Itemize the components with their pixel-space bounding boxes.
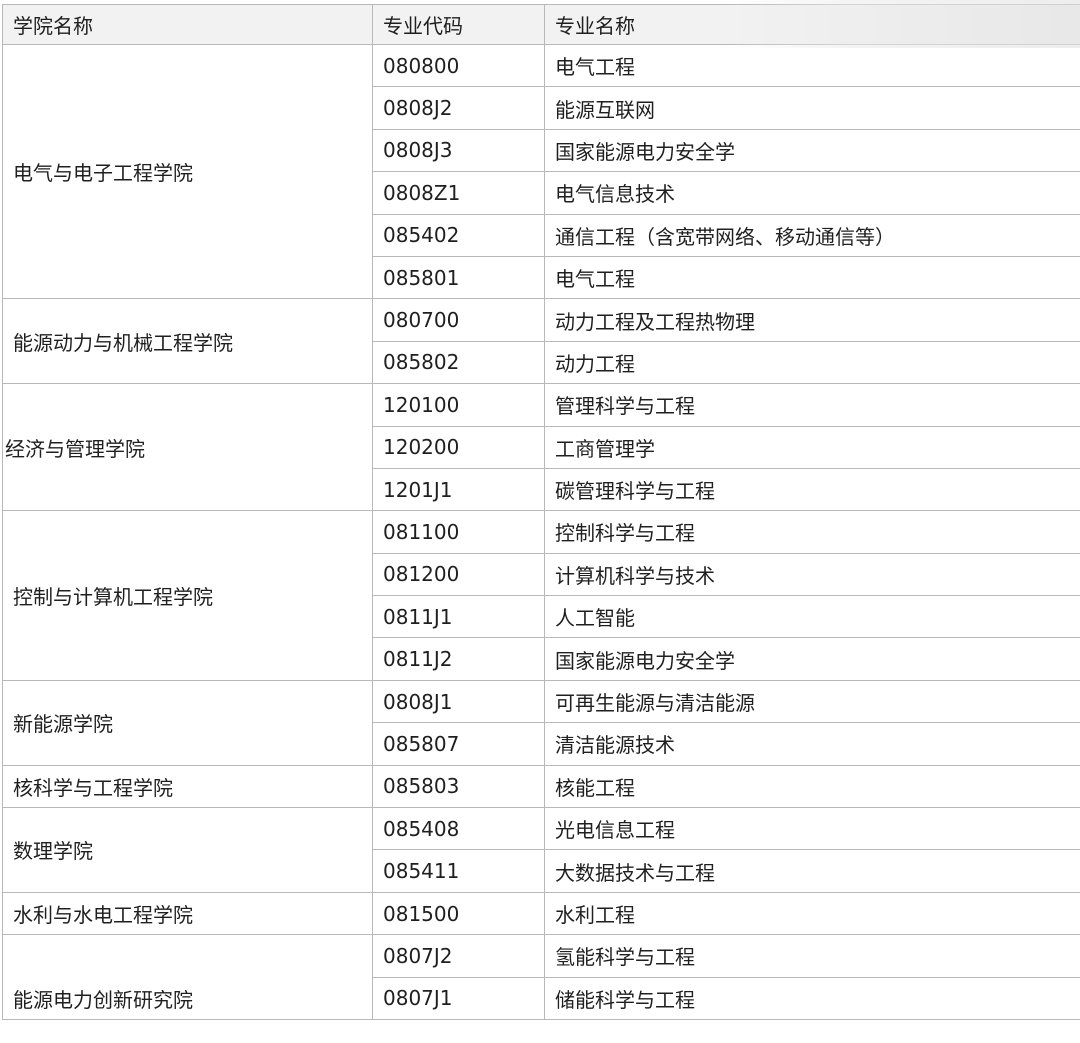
- major-cell: 储能科学与工程: [544, 976, 1080, 1020]
- majors-table: 学院名称 专业代码 专业名称 电气与电子工程学院 080800 电气工程 080…: [2, 4, 1080, 1020]
- college-cell: 电气与电子工程学院: [2, 43, 373, 300]
- code-cell: 0808J3: [372, 128, 545, 173]
- code-cell: 080800: [372, 43, 545, 88]
- major-cell: 计算机科学与技术: [544, 552, 1080, 597]
- table-row: 核科学与工程学院 085803 核能工程: [2, 764, 1080, 809]
- table-header: 学院名称 专业代码 专业名称: [2, 4, 1080, 45]
- code-cell: 0807J2: [372, 934, 545, 978]
- header-code: 专业代码: [372, 4, 545, 45]
- college-cell: 新能源学院: [2, 679, 373, 766]
- major-cell: 国家能源电力安全学: [544, 128, 1080, 173]
- table-row: 数理学院 085408 光电信息工程: [2, 807, 1080, 893]
- code-cell: 0811J2: [372, 637, 545, 681]
- code-cell: 0811J1: [372, 595, 545, 639]
- college-cell: 核科学与工程学院: [2, 764, 373, 809]
- college-cell: 经济与管理学院: [2, 383, 373, 512]
- code-cell: 081100: [372, 510, 545, 554]
- code-cell: 085803: [372, 764, 545, 809]
- major-cell: 动力工程及工程热物理: [544, 298, 1080, 342]
- college-cell: 能源电力创新研究院: [2, 934, 373, 1020]
- code-cell: 085801: [372, 255, 545, 300]
- major-cell: 氢能科学与工程: [544, 934, 1080, 978]
- table-row: 新能源学院 0808J1 可再生能源与清洁能源: [2, 679, 1080, 766]
- major-cell: 清洁能源技术: [544, 722, 1080, 766]
- code-cell: 085402: [372, 213, 545, 257]
- header-college: 学院名称: [2, 4, 373, 45]
- major-cell: 可再生能源与清洁能源: [544, 679, 1080, 724]
- major-cell: 光电信息工程: [544, 807, 1080, 851]
- table-body: 电气与电子工程学院 080800 电气工程 0808J2 能源互联网 0808J…: [2, 43, 1080, 1020]
- code-cell: 085411: [372, 849, 545, 893]
- header-major: 专业名称: [544, 4, 1080, 45]
- code-cell: 081200: [372, 552, 545, 597]
- college-cell: 水利与水电工程学院: [2, 891, 373, 936]
- major-cell: 水利工程: [544, 891, 1080, 936]
- major-cell: 国家能源电力安全学: [544, 637, 1080, 681]
- major-cell: 核能工程: [544, 764, 1080, 809]
- major-cell: 动力工程: [544, 340, 1080, 385]
- code-cell: 085802: [372, 340, 545, 385]
- code-cell: 085408: [372, 807, 545, 851]
- major-cell: 电气信息技术: [544, 171, 1080, 215]
- code-cell: 120100: [372, 383, 545, 427]
- code-cell: 0807J1: [372, 976, 545, 1020]
- major-cell: 大数据技术与工程: [544, 849, 1080, 893]
- major-cell: 控制科学与工程: [544, 510, 1080, 554]
- code-cell: 080700: [372, 298, 545, 342]
- major-cell: 碳管理科学与工程: [544, 467, 1080, 512]
- college-cell: 数理学院: [2, 807, 373, 893]
- major-cell: 电气工程: [544, 43, 1080, 88]
- table-row: 能源动力与机械工程学院 080700 动力工程及工程热物理: [2, 298, 1080, 385]
- table-row: 水利与水电工程学院 081500 水利工程: [2, 891, 1080, 936]
- major-cell: 能源互联网: [544, 86, 1080, 130]
- table-row: 控制与计算机工程学院 081100 控制科学与工程: [2, 510, 1080, 681]
- header-row: 学院名称 专业代码 专业名称: [2, 4, 1080, 45]
- table-row: 经济与管理学院 120100 管理科学与工程: [2, 383, 1080, 512]
- major-cell: 管理科学与工程: [544, 383, 1080, 427]
- major-cell: 工商管理学: [544, 425, 1080, 469]
- college-cell: 控制与计算机工程学院: [2, 510, 373, 681]
- code-cell: 0808Z1: [372, 171, 545, 215]
- college-cell: 能源动力与机械工程学院: [2, 298, 373, 385]
- code-cell: 1201J1: [372, 467, 545, 512]
- table-row: 能源电力创新研究院 0807J2 氢能科学与工程: [2, 934, 1080, 1020]
- code-cell: 081500: [372, 891, 545, 936]
- code-cell: 120200: [372, 425, 545, 469]
- code-cell: 085807: [372, 722, 545, 766]
- code-cell: 0808J1: [372, 679, 545, 724]
- major-cell: 通信工程（含宽带网络、移动通信等）: [544, 213, 1080, 257]
- code-cell: 0808J2: [372, 86, 545, 130]
- table-row: 电气与电子工程学院 080800 电气工程: [2, 43, 1080, 300]
- major-cell: 电气工程: [544, 255, 1080, 300]
- major-cell: 人工智能: [544, 595, 1080, 639]
